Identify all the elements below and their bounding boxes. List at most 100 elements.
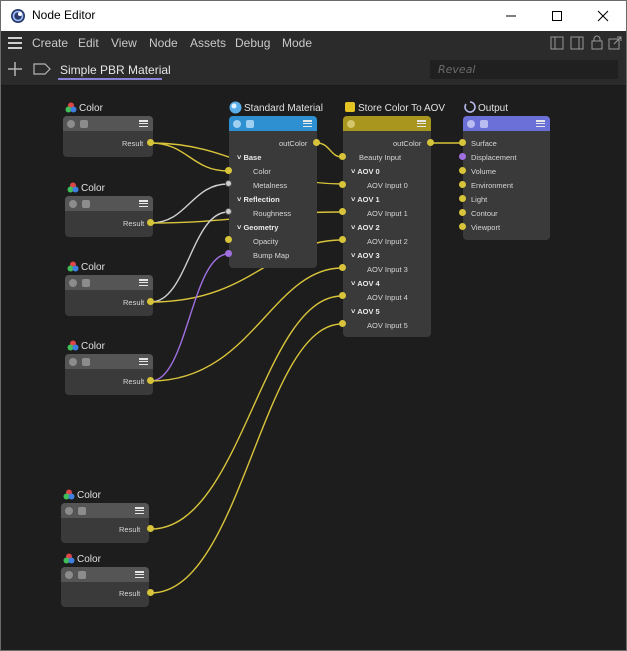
result-port[interactable] — [147, 298, 154, 305]
node-menu-icon[interactable] — [303, 120, 312, 128]
beauty-input-port[interactable] — [339, 153, 346, 160]
group-aov-0[interactable]: ˅ AOV 0 — [351, 167, 380, 176]
dollar-icon — [65, 571, 73, 579]
outcolor-port[interactable] — [313, 139, 320, 146]
result-port[interactable] — [147, 525, 154, 532]
menu-node[interactable]: Node — [149, 36, 178, 50]
group-aov-5[interactable]: ˅ AOV 5 — [351, 307, 380, 316]
node-menu-icon[interactable] — [135, 507, 144, 515]
node-graph-canvas[interactable]: Color Result Color Result Color Result C… — [2, 86, 626, 650]
tab-simple-pbr-material[interactable]: Simple PBR Material — [60, 63, 171, 77]
store-color-title: Store Color To AOV — [358, 103, 446, 114]
volume-input-port[interactable] — [459, 167, 466, 174]
menu-edit[interactable]: Edit — [78, 36, 99, 50]
roughness-input-port[interactable] — [225, 208, 232, 215]
aov-input-2-port[interactable] — [339, 236, 346, 243]
standard-material-node[interactable]: outColor ˅ Base Color Metalness ˅ Reflec… — [229, 116, 317, 268]
result-port[interactable] — [147, 377, 154, 384]
bump-map-input-port[interactable] — [225, 250, 232, 257]
color-node-4[interactable]: Result — [65, 354, 153, 395]
layout-right-panel-icon[interactable] — [570, 36, 584, 50]
group-geometry-label: Geometry — [243, 223, 279, 232]
dollar-icon — [65, 507, 73, 515]
reveal-search-input[interactable]: Reveal — [430, 60, 618, 79]
tag-icon[interactable] — [33, 63, 51, 75]
metalness-input-port[interactable] — [225, 180, 232, 187]
group-aov-1[interactable]: ˅ AOV 1 — [351, 195, 380, 204]
result-port-label: Result — [123, 377, 145, 386]
result-port[interactable] — [147, 139, 154, 146]
result-port-label: Result — [119, 589, 141, 598]
color-node-1[interactable]: Result — [63, 116, 153, 157]
expand-icon[interactable] — [608, 36, 622, 50]
color-node-title: Color — [81, 341, 105, 352]
node-menu-icon[interactable] — [139, 358, 148, 366]
surface-input-port[interactable] — [459, 139, 466, 146]
aov-input-5-label: AOV Input 5 — [367, 321, 408, 330]
image-icon — [80, 120, 88, 128]
menu-debug[interactable]: Debug — [235, 36, 270, 50]
group-geometry[interactable]: ˅ Geometry — [237, 223, 278, 232]
maximize-button[interactable] — [534, 1, 580, 31]
contour-input-port[interactable] — [459, 209, 466, 216]
aov-input-0-port[interactable] — [339, 181, 346, 188]
result-port[interactable] — [147, 219, 154, 226]
color-node-icon — [67, 182, 79, 193]
color-node-3[interactable]: Result — [65, 275, 153, 316]
group-aov-2[interactable]: ˅ AOV 2 — [351, 223, 380, 232]
group-aov-0-label: AOV 0 — [357, 167, 380, 176]
node-menu-icon[interactable] — [139, 279, 148, 287]
outcolor-port[interactable] — [427, 139, 434, 146]
opacity-input-port[interactable] — [225, 236, 232, 243]
color-node-5[interactable]: Result — [61, 503, 149, 543]
node-menu-icon[interactable] — [139, 120, 148, 128]
menu-mode[interactable]: Mode — [282, 36, 312, 50]
dollar-icon — [69, 358, 77, 366]
hamburger-menu-icon[interactable] — [8, 37, 22, 49]
node-menu-icon[interactable] — [536, 120, 545, 128]
group-base[interactable]: ˅ Base — [237, 153, 261, 162]
store-color-icon — [345, 102, 355, 112]
node-menu-icon[interactable] — [417, 120, 426, 128]
color-node-6[interactable]: Result — [61, 567, 149, 607]
color-node-icon — [67, 340, 79, 351]
menu-create[interactable]: Create — [32, 36, 68, 50]
node-menu-icon[interactable] — [135, 571, 144, 579]
displacement-input-port[interactable] — [459, 153, 466, 160]
result-port-label: Result — [123, 219, 145, 228]
color-node-2[interactable]: Result — [65, 196, 153, 237]
group-aov-3[interactable]: ˅ AOV 3 — [351, 251, 380, 260]
environment-input-port[interactable] — [459, 181, 466, 188]
layout-left-panel-icon[interactable] — [550, 36, 564, 50]
output-node[interactable]: Surface Displacement Volume Environment … — [463, 116, 550, 240]
lock-icon[interactable] — [590, 35, 604, 50]
node-menu-icon[interactable] — [139, 200, 148, 208]
result-port-label: Result — [119, 525, 141, 534]
minimize-button[interactable] — [488, 1, 534, 31]
minimize-icon — [506, 15, 516, 17]
viewport-input-port[interactable] — [459, 223, 466, 230]
aov-input-2-label: AOV Input 2 — [367, 237, 408, 246]
close-button[interactable] — [580, 1, 626, 31]
color-input-port[interactable] — [225, 167, 232, 174]
result-port[interactable] — [147, 589, 154, 596]
menu-assets[interactable]: Assets — [190, 36, 226, 50]
aov-input-5-port[interactable] — [339, 320, 346, 327]
group-reflection[interactable]: ˅ Reflection — [237, 195, 280, 204]
menu-view[interactable]: View — [111, 36, 137, 50]
color-node-icon — [65, 102, 77, 113]
image-icon — [480, 120, 488, 128]
color-node-icon — [63, 553, 75, 564]
color-node-icon — [63, 489, 75, 500]
result-port-label: Result — [123, 298, 145, 307]
store-color-to-aov-node[interactable]: outColor Beauty Input ˅ AOV 0 AOV Input … — [343, 116, 431, 337]
group-aov-4[interactable]: ˅ AOV 4 — [351, 279, 380, 288]
dollar-icon — [69, 279, 77, 287]
add-icon[interactable] — [8, 62, 22, 76]
metalness-input-label: Metalness — [253, 181, 288, 190]
aov-input-4-port[interactable] — [339, 292, 346, 299]
aov-input-3-port[interactable] — [339, 264, 346, 271]
light-input-port[interactable] — [459, 195, 466, 202]
group-aov-3-label: AOV 3 — [357, 251, 380, 260]
aov-input-1-port[interactable] — [339, 208, 346, 215]
